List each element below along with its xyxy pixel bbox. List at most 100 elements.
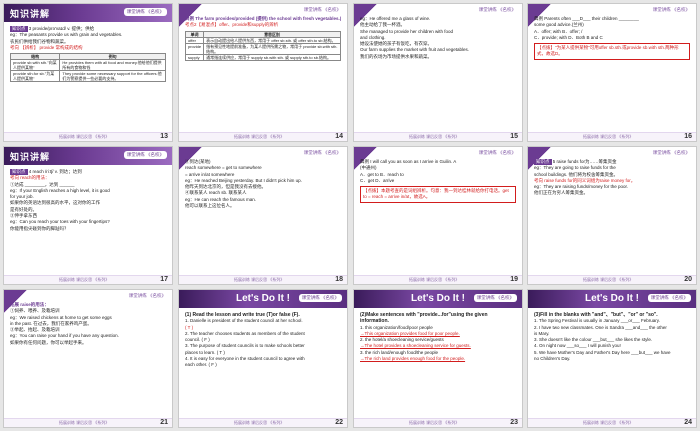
line-text: 是有好处的。 <box>10 206 37 212</box>
line-text: 1. Danielle is president of the student … <box>185 318 303 324</box>
line-text: ①达成 ________，达到 ______ <box>10 181 75 187</box>
table-row: supply 通常指连续供应，常用于 supply sb.with sth. 或 … <box>184 53 341 61</box>
line-text: for your job. <box>10 194 34 200</box>
slide-thumbnail[interactable]: 课堂讲练 《名校》典例 The farm provides/provided (… <box>178 3 348 142</box>
series-badge: 课堂讲练 《名校》 <box>478 150 516 155</box>
line-text: →The hotel provides a shoecleaning servi… <box>360 343 471 349</box>
slide-number: 13 <box>160 133 168 140</box>
slide-thumbnail[interactable]: Let's Do It ! 课堂讲练 《名校》 (3)Fill in the bla… <box>527 289 697 428</box>
line-text: eg：They are going to raise funds for the <box>534 165 616 171</box>
slide-number: 20 <box>684 276 692 283</box>
slide-thumbnail[interactable]: Let's Do It ! 课堂讲练 《名校》 (2)Make sentences … <box>353 289 523 428</box>
footer-text: 拓展训练 课后反思 《系列》 <box>59 134 110 139</box>
line-text: 如果你有任何问题，你可以举起手来。 <box>10 339 87 345</box>
series-badge: 课堂讲练 《名校》 <box>303 7 341 12</box>
slide-number: 24 <box>684 419 692 426</box>
series-badge: 课堂讲练 《名校》 <box>478 7 516 12</box>
line-text: (2)Make sentences with "provide...for"us… <box>360 312 488 318</box>
slide-thumbnail[interactable]: 课堂讲练 《名校》 知识点 5 raise funds for为……筹集资金 eg：… <box>527 146 697 285</box>
slide-body: 典例 The farm provides/provided (提供) the s… <box>184 16 341 130</box>
table-cell: provide sb.with sth."向某人提供某物" <box>9 59 61 72</box>
series-badge: 课堂讲练 《名校》 <box>123 8 167 16</box>
slide-text-line: 【点拨】"为某人提供某物"可用offer sb.sth.或provide sb.… <box>534 43 690 60</box>
footer-text: 拓展训练 课后反思 《系列》 <box>59 277 110 282</box>
slide-body: 知识点 3 provide/prə'vaɪd/ v. 提供；供给 eg：The p… <box>9 26 166 130</box>
slide-footer: 拓展训练 课后反思 《系列》 14 <box>179 132 347 141</box>
line-text: ( T ) <box>185 324 194 330</box>
line-text: C．get D．arrive <box>360 177 395 183</box>
slide-text-line: 我们的农场为市场提供水果和蔬菜。 <box>360 54 516 60</box>
line-text: Our farm supplies the market with fruit … <box>360 47 470 53</box>
line-text: school buildings. 他们将为校舍筹集资金。 <box>534 171 619 177</box>
footer-text: 拓展训练 课后反思 《系列》 <box>59 420 110 425</box>
table-cell: 指有预见性地提前准备，为某人提供所需之物，常用于 provide sb.with… <box>203 42 341 55</box>
slide-text-line: C．get D．arrive <box>360 178 516 184</box>
line-text: 3 provide/prə'vaɪd/ v. 提供；供给 <box>28 26 95 31</box>
line-text: 他们正在为穷人筹集资金。 <box>534 190 588 196</box>
footer-text: 拓展训练 课后反思 《系列》 <box>234 134 285 139</box>
table-cell: 表示自动提出给人提供东西，常用于 offer sb.sth. 或 offer s… <box>203 36 341 44</box>
footer-text: 拓展训练 课后反思 《系列》 <box>409 277 460 282</box>
line-text: She managed to provide her children with… <box>360 28 454 34</box>
slide-text-line: 考点2【易混点】offer、provide和supply的辨析 <box>185 22 341 28</box>
table-cell: They provide some necessary support for … <box>59 70 166 83</box>
slide-text-line: each other. ( F ) <box>185 362 341 368</box>
table-row: offer 表示自动提出给人提供东西，常用于 offer sb.sth. 或 of… <box>184 36 341 44</box>
table-cell: He provides them with all food and money… <box>59 59 166 72</box>
slide-number: 18 <box>335 276 343 283</box>
line-text: 3. The purpose of student councils is to… <box>185 343 305 349</box>
slide-number: 17 <box>160 276 168 283</box>
slide-thumbnail[interactable]: 课堂讲练 《名校》 典例 Parents often ___D___ their … <box>527 3 697 142</box>
slide-thumbnail[interactable]: 课堂讲练 《名校》 拓展 raise的用法： ①饲养、喂养、及栽培训 eg：We ra… <box>3 289 173 428</box>
line-text: (中通州) <box>360 165 377 171</box>
slide-thumbnail[interactable]: 课堂讲练 《名校》 ③到达(某地) reach somewhere = get to… <box>178 146 348 285</box>
slide-footer: 拓展训练 课后反思 《系列》 17 <box>4 275 172 284</box>
line-text: eg：The peasants provide us with grain an… <box>10 32 123 38</box>
line-text: 你能用指尖碰到你的脚趾吗？ <box>10 225 69 231</box>
line-text: eg：You can raise your hand if you have a… <box>10 333 119 339</box>
slide-body: eg：He offered me a glass of wine. 他主动给了我… <box>360 16 516 130</box>
line-text: no Children's Day. <box>534 356 571 362</box>
line-text: 他可以联系上这位名人。 <box>185 203 235 209</box>
footer-text: 拓展训练 课后反思 《系列》 <box>583 134 634 139</box>
line-text: 3. She doesn't like the colour ___but___… <box>534 337 653 343</box>
slide-thumbnail[interactable]: 课堂讲练 《名校》典例 I will call you as soon as I… <box>353 146 523 285</box>
slide-body: 典例 Parents often ___D___ their children … <box>534 16 690 130</box>
line-text: 2. The teacher chooses students as membe… <box>185 330 305 336</box>
line-text: (1) Read the lesson and write true (T)or… <box>185 312 300 318</box>
slide-thumbnail[interactable]: 知识讲解 课堂讲练 《名校》 知识点 4 reach /riːtʃ/ v. 到达；达… <box>3 146 173 285</box>
footer-text: 拓展训练 课后反思 《系列》 <box>409 134 460 139</box>
line-text: 4. It is easy for everyone in the studen… <box>185 356 305 362</box>
table-row: provide sth.for sb."为某人提供某物" They provide… <box>9 70 166 83</box>
series-badge: 课堂讲练 《名校》 <box>303 150 341 155</box>
slide-number: 21 <box>160 419 168 426</box>
line-text: 5 raise funds for为……筹集资金 <box>552 159 617 164</box>
slide-number: 14 <box>335 133 343 140</box>
line-text: 3. the rich land/enough food/the people <box>360 349 439 355</box>
line-text: ②举起、抬起、及栽培训 <box>10 327 60 333</box>
series-badge: 课堂讲练 《名校》 <box>647 294 691 302</box>
footer-text: 拓展训练 课后反思 《系列》 <box>583 277 634 282</box>
line-text: ②伸手拿东西 <box>10 213 37 219</box>
slide-text-line: 你能用指尖碰到你的脚趾吗？ <box>10 226 166 232</box>
line-text: →The rich land provides enough food for … <box>360 356 466 362</box>
line-text: each other. ( F ) <box>185 362 217 368</box>
slide-thumbnail[interactable]: Let's Do It ! 课堂讲练 《名校》 (1) Read the lesso… <box>178 289 348 428</box>
usage-table: 结构 例句 provide sb.with sth."向某人提供某物" He prov… <box>9 53 166 83</box>
slide-number: 15 <box>510 133 518 140</box>
line-text: 典例 I will call you as soon as I arrive i… <box>360 159 457 164</box>
slide-footer: 拓展训练 课后反思 《系列》 18 <box>179 275 347 284</box>
slide-body: (1) Read the lesson and write true (T)or… <box>185 312 341 416</box>
table-row: provide 指有预见性地提前准备，为某人提供所需之物，常用于 provide … <box>184 42 341 55</box>
footer-text: 拓展训练 课后反思 《系列》 <box>409 420 460 425</box>
line-text: eg：He offered me a glass of wine. <box>360 16 431 21</box>
line-text: information. <box>360 318 389 325</box>
slide-footer: 拓展训练 课后反思 《系列》 15 <box>354 132 522 141</box>
line-text: eg：If your English reaches a high level,… <box>10 187 110 193</box>
slide-body: 知识点 4 reach /riːtʃ/ v. 到达；达到 考向 reach的用法：… <box>10 169 166 273</box>
slide-footer: 拓展训练 课后反思 《系列》 22 <box>179 418 347 427</box>
slide-thumbnail[interactable]: 知识讲解 课堂讲练 《名校》 知识点 3 provide/prə'vaɪd/ v. … <box>3 3 173 142</box>
line-text: eg：They are raising funds/money for the … <box>534 184 629 190</box>
slide-thumbnail[interactable]: 课堂讲练 《名校》 eg：He offered me a glass of win… <box>353 3 523 142</box>
line-text: 我们的农场为市场提供水果和蔬菜。 <box>360 53 432 59</box>
